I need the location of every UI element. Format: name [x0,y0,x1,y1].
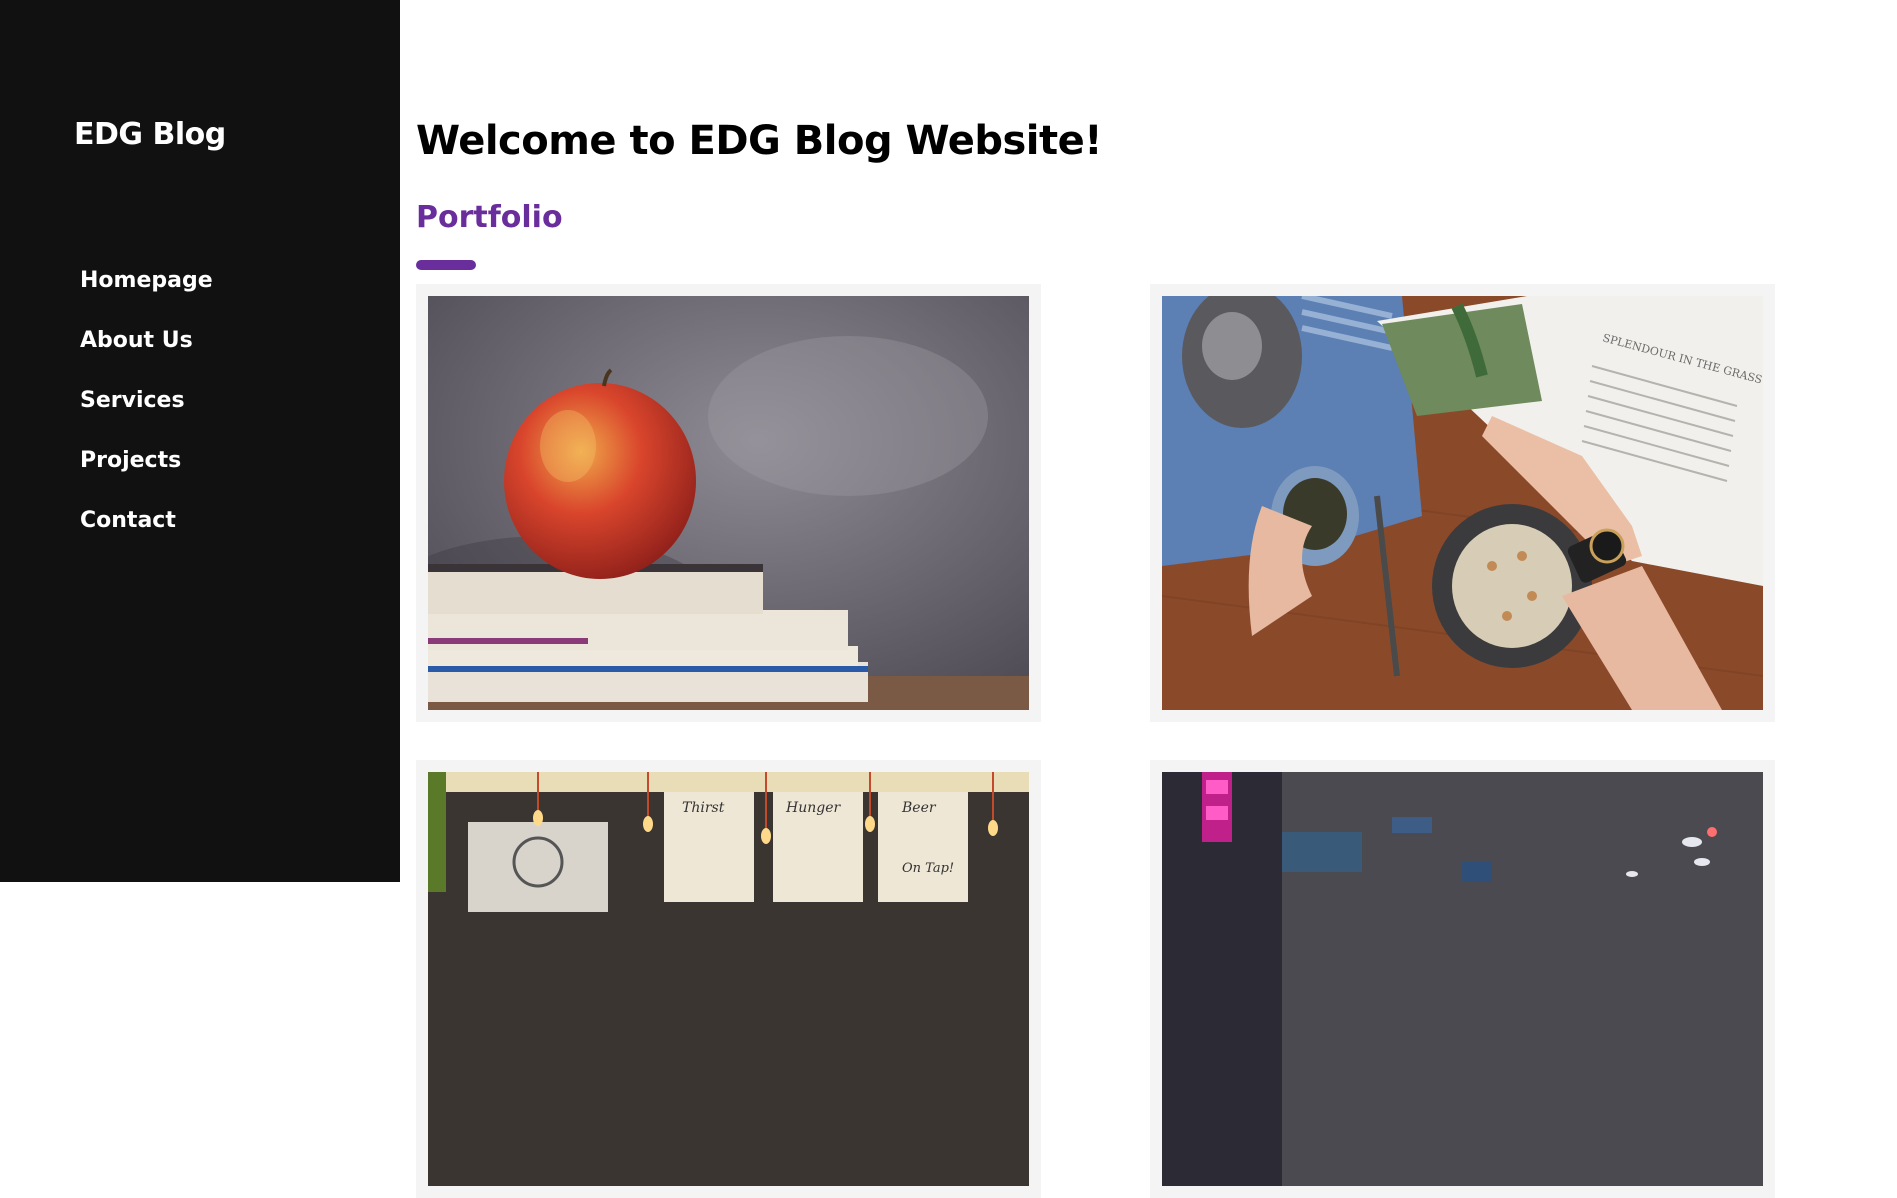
nav-item-contact: Contact [80,503,213,563]
portfolio-card-cafe[interactable]: Thirst Hunger Beer On Tap! [416,760,1041,1198]
nav-link-contact[interactable]: Contact [80,508,176,533]
photo-apple-on-books [428,296,1029,710]
nav-link-projects[interactable]: Projects [80,448,181,473]
nav-item-homepage: Homepage [80,263,213,323]
menu-board-beer: Beer [901,800,937,816]
menu-board-hunger: Hunger [785,800,841,816]
nav-link-services[interactable]: Services [80,388,185,413]
sidebar: EDG Blog Homepage About Us Services Proj… [0,0,400,882]
nav-link-homepage[interactable]: Homepage [80,268,213,293]
portfolio-heading: Portfolio [416,200,563,235]
portfolio-card-breakfast[interactable]: SPLENDOUR IN THE GRASS [1150,284,1775,722]
photo-breakfast-table: SPLENDOUR IN THE GRASS [1162,296,1763,710]
nav-item-services: Services [80,383,213,443]
main-content: Welcome to EDG Blog Website! Portfolio S… [400,0,1897,1198]
portfolio-card-apple[interactable] [416,284,1041,722]
nav-item-about-us: About Us [80,323,213,383]
page-title: Welcome to EDG Blog Website! [416,118,1102,164]
menu-board-on-tap: On Tap! [902,861,954,876]
nav-link-about-us[interactable]: About Us [80,328,193,353]
photo-city-night [1162,772,1763,1186]
site-brand[interactable]: EDG Blog [74,117,226,152]
heading-underline [416,260,476,270]
menu-board-thirst: Thirst [682,800,725,816]
nav-item-projects: Projects [80,443,213,503]
photo-cafe-menu: Thirst Hunger Beer On Tap! [428,772,1029,1186]
portfolio-card-city-night[interactable] [1150,760,1775,1198]
main-nav: Homepage About Us Services Projects Cont… [80,263,213,563]
